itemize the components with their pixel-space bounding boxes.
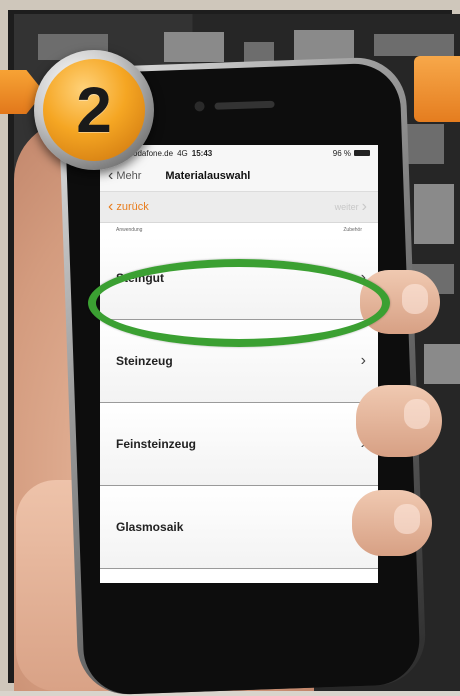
hint-right: Zubehör xyxy=(343,227,362,233)
hint-left: Anwendung xyxy=(116,227,143,233)
list-item-label: Steinzeug xyxy=(116,354,173,368)
navigation-bar: ‹ Mehr Materialauswahl xyxy=(100,161,378,192)
fingernail xyxy=(394,504,420,534)
chevron-left-icon: ‹ xyxy=(108,198,114,215)
step-number: 2 xyxy=(76,74,112,146)
step-badge: 2 xyxy=(34,50,154,170)
finger-tip xyxy=(356,385,442,457)
page-title: Materialauswahl xyxy=(165,170,251,182)
qr-block xyxy=(414,184,454,244)
selection-highlight-ellipse xyxy=(88,259,390,347)
fingernail xyxy=(402,284,428,314)
back-mehr-button[interactable]: ‹ Mehr xyxy=(108,167,141,185)
back-mehr-label: Mehr xyxy=(116,170,142,182)
qr-block xyxy=(424,344,460,384)
step-hint: Anwendung Zubehör xyxy=(100,223,378,237)
chevron-left-icon: ‹ xyxy=(108,167,114,184)
list-item-label: Feinsteinzeug xyxy=(116,437,197,451)
list-item-glasmosaik[interactable]: Glasmosaik › xyxy=(100,486,378,569)
step-navigation: ‹ zurück weiter › xyxy=(100,192,378,223)
battery-icon xyxy=(354,150,370,156)
speaker-grille xyxy=(214,100,275,110)
list-item-feinsteinzeug[interactable]: Feinsteinzeug › xyxy=(100,403,378,486)
qr-block xyxy=(374,34,454,56)
fingernail xyxy=(404,399,430,429)
list-item-label: Glasmosaik xyxy=(116,520,184,534)
step-badge-inner: 2 xyxy=(43,59,145,161)
qr-block xyxy=(244,42,274,62)
phone-screen: ●●●●○ Vodafone.de 4G 15:43 96 % ‹ Mehr M… xyxy=(100,145,378,583)
camera-icon xyxy=(194,101,205,112)
status-bar: ●●●●○ Vodafone.de 4G 15:43 96 % xyxy=(100,145,378,161)
qr-block xyxy=(164,32,224,62)
next-weiter-label: weiter xyxy=(334,202,359,212)
orange-tab-right xyxy=(414,56,460,122)
back-zurueck-label: zurück xyxy=(116,201,149,213)
clock: 15:43 xyxy=(191,148,213,158)
chevron-right-icon: › xyxy=(360,352,366,369)
battery-percent: 96 % xyxy=(332,148,351,158)
chevron-right-icon: › xyxy=(361,198,367,215)
finger-tip xyxy=(352,490,432,556)
network-type: 4G xyxy=(177,148,188,158)
back-zurueck-button[interactable]: ‹ zurück xyxy=(108,198,149,216)
next-weiter-button[interactable]: weiter › xyxy=(335,198,370,216)
